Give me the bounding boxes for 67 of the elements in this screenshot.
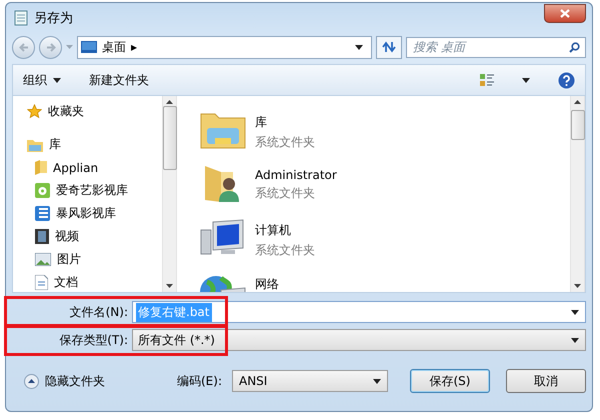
sidebar-item[interactable]: 暴风影视库 <box>56 205 116 222</box>
breadcrumb-arrow[interactable]: ▸ <box>131 40 138 54</box>
file-name[interactable]: 库 <box>255 114 315 131</box>
search-field[interactable]: 搜索 桌面 <box>406 36 586 58</box>
file-name[interactable]: 网络 <box>255 276 279 292</box>
file-name[interactable]: 计算机 <box>255 222 315 239</box>
film-reel-icon <box>35 183 50 198</box>
star-icon <box>27 104 42 119</box>
help-icon[interactable] <box>558 72 575 88</box>
folder-icon <box>35 160 47 175</box>
sidebar-item[interactable]: 库 <box>49 136 61 153</box>
save-button[interactable]: 保存(S) <box>410 369 490 393</box>
dropdown-caret-icon <box>571 338 579 342</box>
close-icon <box>560 8 570 18</box>
scroll-down-icon[interactable] <box>574 284 581 288</box>
field-value: 修复右键.bat <box>136 302 212 322</box>
field-label: 文件名(N): <box>70 304 129 320</box>
caret-icon <box>53 78 61 82</box>
cancel-button[interactable]: 取消 <box>506 369 586 393</box>
film-icon <box>35 229 49 244</box>
forward-arrow-icon <box>46 42 56 52</box>
sidebar-item[interactable]: 爱奇艺影视库 <box>56 182 128 199</box>
scroll-thumb[interactable] <box>570 110 584 140</box>
close-button[interactable] <box>544 4 586 22</box>
picture-icon <box>35 253 51 266</box>
file-type: 系统文件夹 <box>255 134 315 151</box>
field-value: 所有文件 (*.*) <box>137 332 216 348</box>
field-value: ANSI <box>238 373 268 389</box>
scrollbar[interactable] <box>570 96 585 292</box>
back-arrow-icon <box>18 42 28 52</box>
address-caret-icon <box>355 44 363 50</box>
scrollbar[interactable] <box>162 96 177 292</box>
organize-menu[interactable]: 组织 <box>23 72 61 88</box>
list-icon <box>35 206 50 221</box>
document-icon <box>35 275 48 290</box>
file-type-dropdown[interactable]: 所有文件 (*.*) <box>132 329 586 351</box>
view-options-icon[interactable] <box>480 73 494 87</box>
search-icon <box>569 42 580 52</box>
new-folder-button[interactable]: 新建文件夹 <box>89 72 149 88</box>
scroll-down-icon[interactable] <box>166 284 173 288</box>
sidebar-item[interactable]: 视频 <box>55 228 79 245</box>
sidebar-item[interactable]: Applian <box>53 160 98 174</box>
encoding-label: 编码(E): <box>177 372 223 390</box>
scroll-up-icon[interactable] <box>166 100 173 104</box>
hide-folders-button[interactable]: 隐藏文件夹 <box>12 372 105 390</box>
file-type: 系统文件夹 <box>255 185 316 202</box>
dropdown-caret-icon <box>373 378 381 384</box>
scroll-up-icon[interactable] <box>574 100 581 104</box>
folder-icon <box>27 138 43 152</box>
refresh-button[interactable] <box>376 36 402 58</box>
refresh-icon <box>382 41 396 53</box>
view-caret-icon <box>522 78 530 82</box>
notepad-icon <box>14 10 28 26</box>
file-name[interactable]: Administrator <box>255 168 337 182</box>
file-type: 系统文件夹 <box>255 242 315 259</box>
address-location[interactable]: 桌面 <box>102 38 126 56</box>
window-title: 另存为 <box>34 10 74 27</box>
encoding-dropdown[interactable]: ANSI <box>232 370 388 392</box>
scroll-thumb[interactable] <box>162 106 176 170</box>
address-bar[interactable]: 桌面 ▸ <box>77 36 372 58</box>
desktop-icon <box>81 41 97 53</box>
sidebar-item[interactable]: 文档 <box>54 274 78 291</box>
field-label: 保存类型(T): <box>59 332 129 348</box>
dropdown-caret-icon <box>571 310 579 314</box>
sidebar-item[interactable]: 收藏夹 <box>48 103 84 120</box>
sidebar-item[interactable]: 图片 <box>57 251 81 268</box>
collapse-icon <box>24 374 39 388</box>
